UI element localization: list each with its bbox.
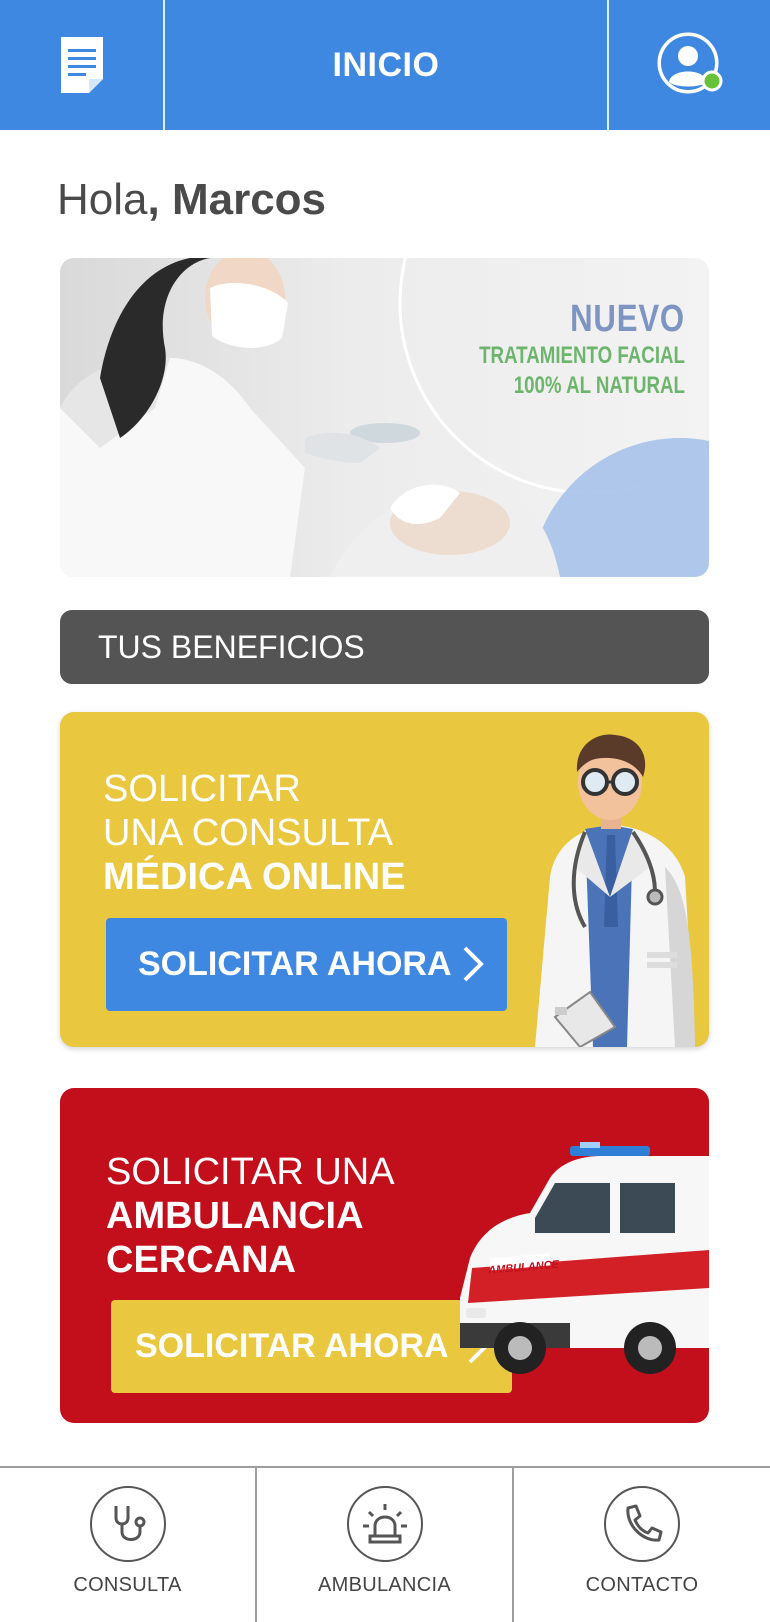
ambulance-illustration: AMBULANCE — [460, 1142, 709, 1374]
nav-icon-circle — [89, 1486, 166, 1562]
consultation-line-1: SOLICITAR — [103, 768, 301, 810]
medical-consultation-card[interactable]: SOLICITAR UNA CONSULTA MÉDICA ONLINE SOL… — [60, 712, 709, 1047]
nav-icon-circle — [604, 1486, 680, 1562]
request-consultation-button-label: SOLICITAR AHORA — [138, 945, 452, 983]
request-ambulance-button-label: SOLICITAR AHORA — [135, 1327, 449, 1365]
request-ambulance-button[interactable]: SOLICITAR AHORA — [111, 1300, 512, 1393]
greeting: Hola, Marcos — [57, 175, 326, 225]
consultation-line-2: UNA CONSULTA — [103, 812, 393, 854]
ambulance-line-2: AMBULANCIA — [106, 1195, 364, 1237]
nav-item-consulta[interactable]: CONSULTA — [0, 1468, 255, 1622]
stethoscope-icon — [114, 1506, 145, 1541]
nav-item-contacto[interactable]: CONTACTO — [514, 1468, 770, 1622]
ambulance-line-3: CERCANA — [106, 1239, 296, 1281]
greeting-name: , Marcos — [147, 175, 327, 224]
chevron-right-icon — [463, 946, 484, 982]
phone-icon — [626, 1504, 663, 1542]
ambulance-card-text: SOLICITAR UNA AMBULANCIA CERCANA — [106, 1150, 395, 1282]
consultation-card-text: SOLICITAR UNA CONSULTA MÉDICA ONLINE — [103, 767, 406, 899]
siren-icon — [362, 1504, 407, 1544]
promo-text: NUEVO TRATAMIENTO FACIAL 100% AL NATURAL — [421, 298, 685, 401]
document-icon — [60, 37, 103, 93]
documents-button[interactable] — [0, 0, 163, 130]
promo-headline: NUEVO — [570, 298, 685, 340]
page-title: INICIO — [332, 45, 440, 84]
ambulance-card[interactable]: SOLICITAR UNA AMBULANCIA CERCANA SOLICIT… — [60, 1088, 709, 1423]
nav-item-ambulancia[interactable]: AMBULANCIA — [257, 1468, 512, 1622]
nav-icon-circle — [346, 1486, 423, 1562]
profile-button[interactable] — [609, 0, 770, 130]
doctor-illustration — [535, 734, 695, 1047]
online-status-dot — [701, 70, 722, 92]
bottom-navigation: CONSULTA AMBULANCIA CONTACTO — [0, 1466, 770, 1622]
ambulance-line-1: SOLICITAR UNA — [106, 1151, 395, 1193]
request-consultation-button[interactable]: SOLICITAR AHORA — [106, 918, 507, 1011]
consultation-line-3: MÉDICA ONLINE — [103, 856, 406, 898]
promo-line-1: TRATAMIENTO FACIAL — [479, 342, 685, 369]
nav-label-consulta: CONSULTA — [73, 1574, 182, 1596]
benefits-section-title: TUS BENEFICIOS — [60, 610, 709, 684]
promo-line-2: 100% AL NATURAL — [513, 372, 685, 399]
promo-banner[interactable]: NUEVO TRATAMIENTO FACIAL 100% AL NATURAL — [60, 258, 709, 577]
user-avatar-icon — [657, 32, 722, 94]
nav-label-contacto: CONTACTO — [585, 1574, 699, 1596]
greeting-prefix: Hola — [57, 175, 148, 224]
nav-label-ambulancia: AMBULANCIA — [317, 1574, 452, 1596]
app-header: INICIO — [0, 0, 770, 130]
